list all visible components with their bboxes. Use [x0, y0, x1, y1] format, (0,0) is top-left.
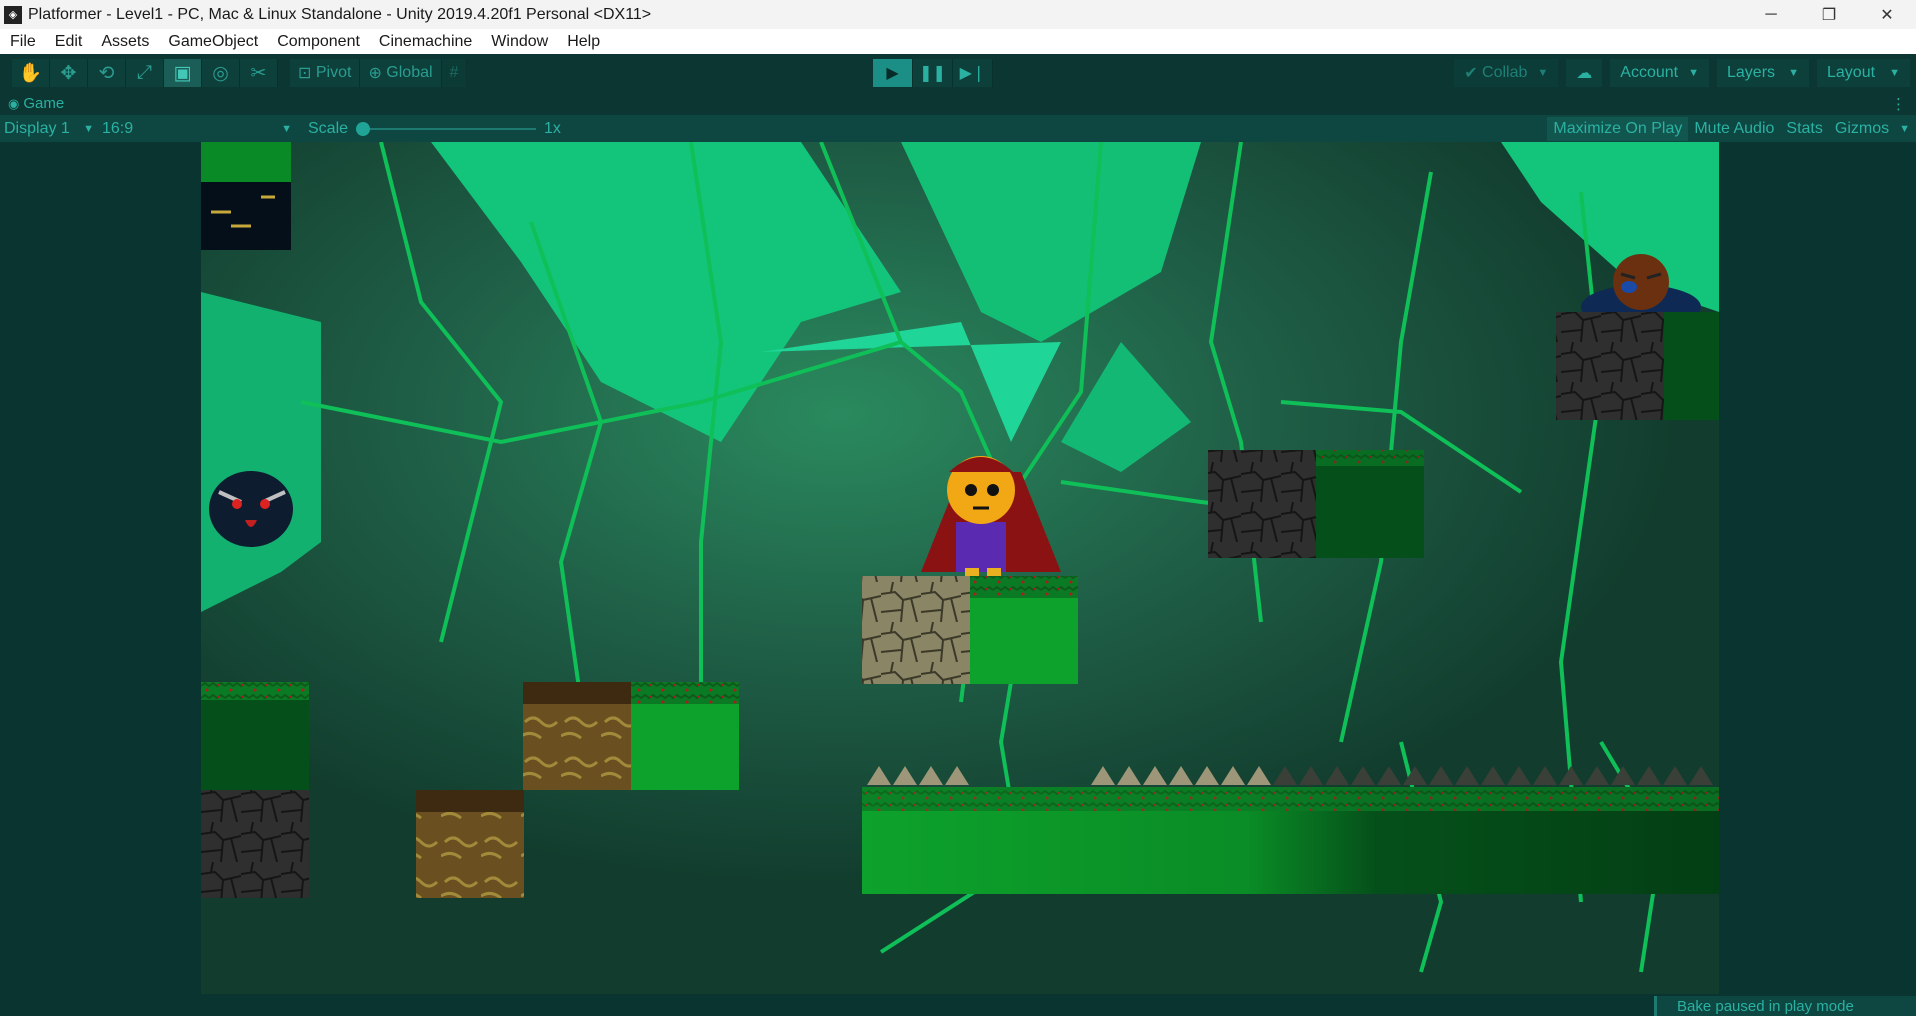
pivot-icon: ⊡ — [298, 65, 316, 82]
play-controls: ▶ ❚❚ ▶❘ — [873, 59, 993, 87]
chevron-down-icon: ▼ — [1537, 67, 1549, 79]
layout-dropdown[interactable]: Layout ▼ — [1817, 59, 1910, 87]
rect-tool-icon[interactable]: ▣ — [164, 59, 202, 87]
tab-game-label: Game — [23, 95, 65, 112]
cloud-icon: ☁ — [1576, 65, 1593, 82]
rotate-tool-icon[interactable]: ⟲ — [88, 59, 126, 87]
chevron-down-icon: ▼ — [1899, 123, 1910, 135]
transform-tools: ✋ ✥ ⟲ ⤢ ▣ ◎ ✂ — [12, 59, 278, 87]
game-view-toolbar: Display 1 ▼ 16:9 ▼ Scale 1x Maximize On … — [0, 115, 1916, 142]
hand-tool-icon[interactable]: ✋ — [12, 59, 50, 87]
global-toggle[interactable]: ⊕ Global — [360, 59, 442, 87]
status-message: Bake paused in play mode — [1654, 996, 1916, 1016]
pivot-label: Pivot — [315, 64, 352, 81]
game-view — [0, 142, 1916, 997]
menu-gameobject[interactable]: GameObject — [158, 33, 267, 51]
pause-button[interactable]: ❚❚ — [913, 59, 953, 87]
chevron-down-icon: ▼ — [83, 122, 94, 135]
close-button[interactable]: ✕ — [1858, 0, 1916, 29]
check-icon: ✔ — [1464, 65, 1483, 82]
right-toolbar: ✔ Collab ▼ ☁ Account ▼ Layers ▼ Layout ▼ — [1446, 59, 1910, 87]
aspect-dropdown[interactable]: 16:9 ▼ — [98, 117, 296, 141]
chevron-down-icon: ▼ — [1688, 67, 1699, 79]
menu-edit[interactable]: Edit — [45, 33, 92, 51]
step-button[interactable]: ▶❘ — [953, 59, 993, 87]
game-view-icon: ◉ — [8, 95, 20, 111]
grid-snap-icon[interactable]: # — [441, 59, 468, 87]
globe-icon: ⊕ — [368, 65, 387, 82]
collab-label: Collab — [1482, 64, 1528, 81]
game-scene — [201, 142, 1719, 994]
scale-slider[interactable] — [356, 117, 537, 141]
game-viewport[interactable] — [201, 142, 1719, 994]
collab-dropdown[interactable]: ✔ Collab ▼ — [1454, 59, 1559, 87]
global-label: Global — [386, 64, 433, 81]
scale-tool-icon[interactable]: ⤢ — [126, 59, 164, 87]
display-dropdown[interactable]: Display 1 ▼ — [0, 117, 98, 141]
transform-tool-icon[interactable]: ◎ — [202, 59, 240, 87]
layers-dropdown[interactable]: Layers ▼ — [1717, 59, 1809, 87]
scale-slider-track — [356, 127, 537, 130]
tab-game[interactable]: ◉ Game — [0, 95, 64, 112]
maximize-on-play-toggle[interactable]: Maximize On Play — [1547, 117, 1689, 141]
window-titlebar: ◈ Platformer - Level1 - PC, Mac & Linux … — [0, 0, 1916, 29]
layers-label: Layers — [1727, 64, 1776, 81]
minimize-button[interactable]: ─ — [1742, 0, 1800, 29]
account-dropdown[interactable]: Account ▼ — [1610, 59, 1709, 87]
chevron-down-icon: ▼ — [281, 122, 292, 135]
play-button[interactable]: ▶ — [873, 59, 913, 87]
window-title: Platformer - Level1 - PC, Mac & Linux St… — [28, 5, 652, 23]
chevron-down-icon: ▼ — [1788, 67, 1799, 79]
menu-assets[interactable]: Assets — [91, 33, 158, 51]
menu-cinemachine[interactable]: Cinemachine — [369, 33, 481, 51]
menu-bar: File Edit Assets GameObject Component Ci… — [0, 29, 1916, 54]
more-options-icon[interactable]: ⋮ — [1891, 95, 1906, 113]
game-view-options: Maximize On Play Mute Audio Stats Gizmos… — [1547, 117, 1916, 141]
move-tool-icon[interactable]: ✥ — [50, 59, 88, 87]
gizmos-label: Gizmos — [1834, 120, 1890, 137]
scale-label: Scale — [308, 119, 349, 137]
account-label: Account — [1620, 64, 1679, 81]
cloud-button[interactable]: ☁ — [1566, 59, 1603, 87]
menu-file[interactable]: File — [0, 33, 45, 51]
window-controls: ─ ❐ ✕ — [1742, 0, 1916, 29]
scale-slider-handle[interactable] — [356, 121, 371, 136]
scale-value: 1x — [544, 119, 561, 137]
main-toolbar: ✋ ✥ ⟲ ⤢ ▣ ◎ ✂ ⊡ Pivot ⊕ Global # ▶ ❚❚ ▶❘… — [0, 54, 1916, 92]
stats-toggle[interactable]: Stats — [1780, 117, 1828, 141]
game-tab-bar: ◉ Game ⋮ — [0, 92, 1916, 115]
menu-help[interactable]: Help — [557, 33, 609, 51]
mute-audio-toggle[interactable]: Mute Audio — [1688, 117, 1780, 141]
custom-tool-icon[interactable]: ✂ — [240, 59, 278, 87]
gizmos-toggle[interactable]: Gizmos ▼ — [1829, 117, 1916, 141]
handle-toggles: ⊡ Pivot ⊕ Global # — [290, 59, 468, 87]
menu-window[interactable]: Window — [481, 33, 557, 51]
restore-button[interactable]: ❐ — [1800, 0, 1858, 29]
unity-logo-icon: ◈ — [4, 5, 22, 24]
layout-label: Layout — [1827, 64, 1876, 81]
display-label: Display 1 — [4, 119, 70, 137]
status-bar: Bake paused in play mode — [0, 996, 1916, 1016]
menu-component[interactable]: Component — [267, 33, 369, 51]
chevron-down-icon: ▼ — [1889, 67, 1900, 79]
pivot-toggle[interactable]: ⊡ Pivot — [290, 59, 361, 87]
aspect-label: 16:9 — [102, 119, 134, 137]
